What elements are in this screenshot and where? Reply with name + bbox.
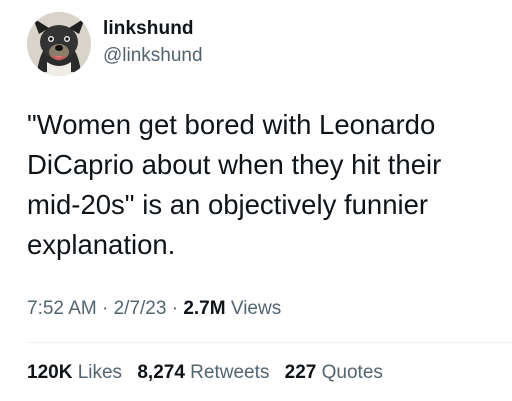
tweet-card: linkshund @linkshund "Women get bored wi… xyxy=(0,0,512,401)
tweet-time[interactable]: 7:52 AM xyxy=(27,298,97,319)
tweet-meta: 7:52 AM · 2/7/23 · 2.7M Views xyxy=(27,298,281,320)
author-avatar[interactable] xyxy=(27,12,91,76)
divider xyxy=(27,342,512,343)
quotes-stat[interactable]: 227 Quotes xyxy=(285,362,383,383)
dog-avatar-icon xyxy=(27,12,91,76)
likes-count: 120K xyxy=(27,362,73,383)
author-display-name[interactable]: linkshund xyxy=(103,18,194,40)
likes-label: Likes xyxy=(77,362,123,383)
retweets-label: Retweets xyxy=(190,362,270,383)
views-count: 2.7M xyxy=(183,298,226,319)
retweets-count: 8,274 xyxy=(137,362,185,383)
quotes-count: 227 xyxy=(284,362,317,383)
retweets-stat[interactable]: 8,274 Retweets xyxy=(137,362,269,383)
tweet-date[interactable]: 2/7/23 xyxy=(114,298,167,319)
quotes-label: Quotes xyxy=(321,362,383,383)
likes-stat[interactable]: 120K Likes xyxy=(27,362,122,383)
views-label: Views xyxy=(230,298,282,319)
tweet-text: "Women get bored with Leonardo DiCaprio … xyxy=(27,109,442,260)
meta-separator: · xyxy=(102,298,109,319)
engagement-stats: 120K Likes 8,274 Retweets 227 Quotes xyxy=(27,362,393,384)
meta-separator: · xyxy=(171,298,179,319)
author-handle[interactable]: @linkshund xyxy=(103,45,203,67)
